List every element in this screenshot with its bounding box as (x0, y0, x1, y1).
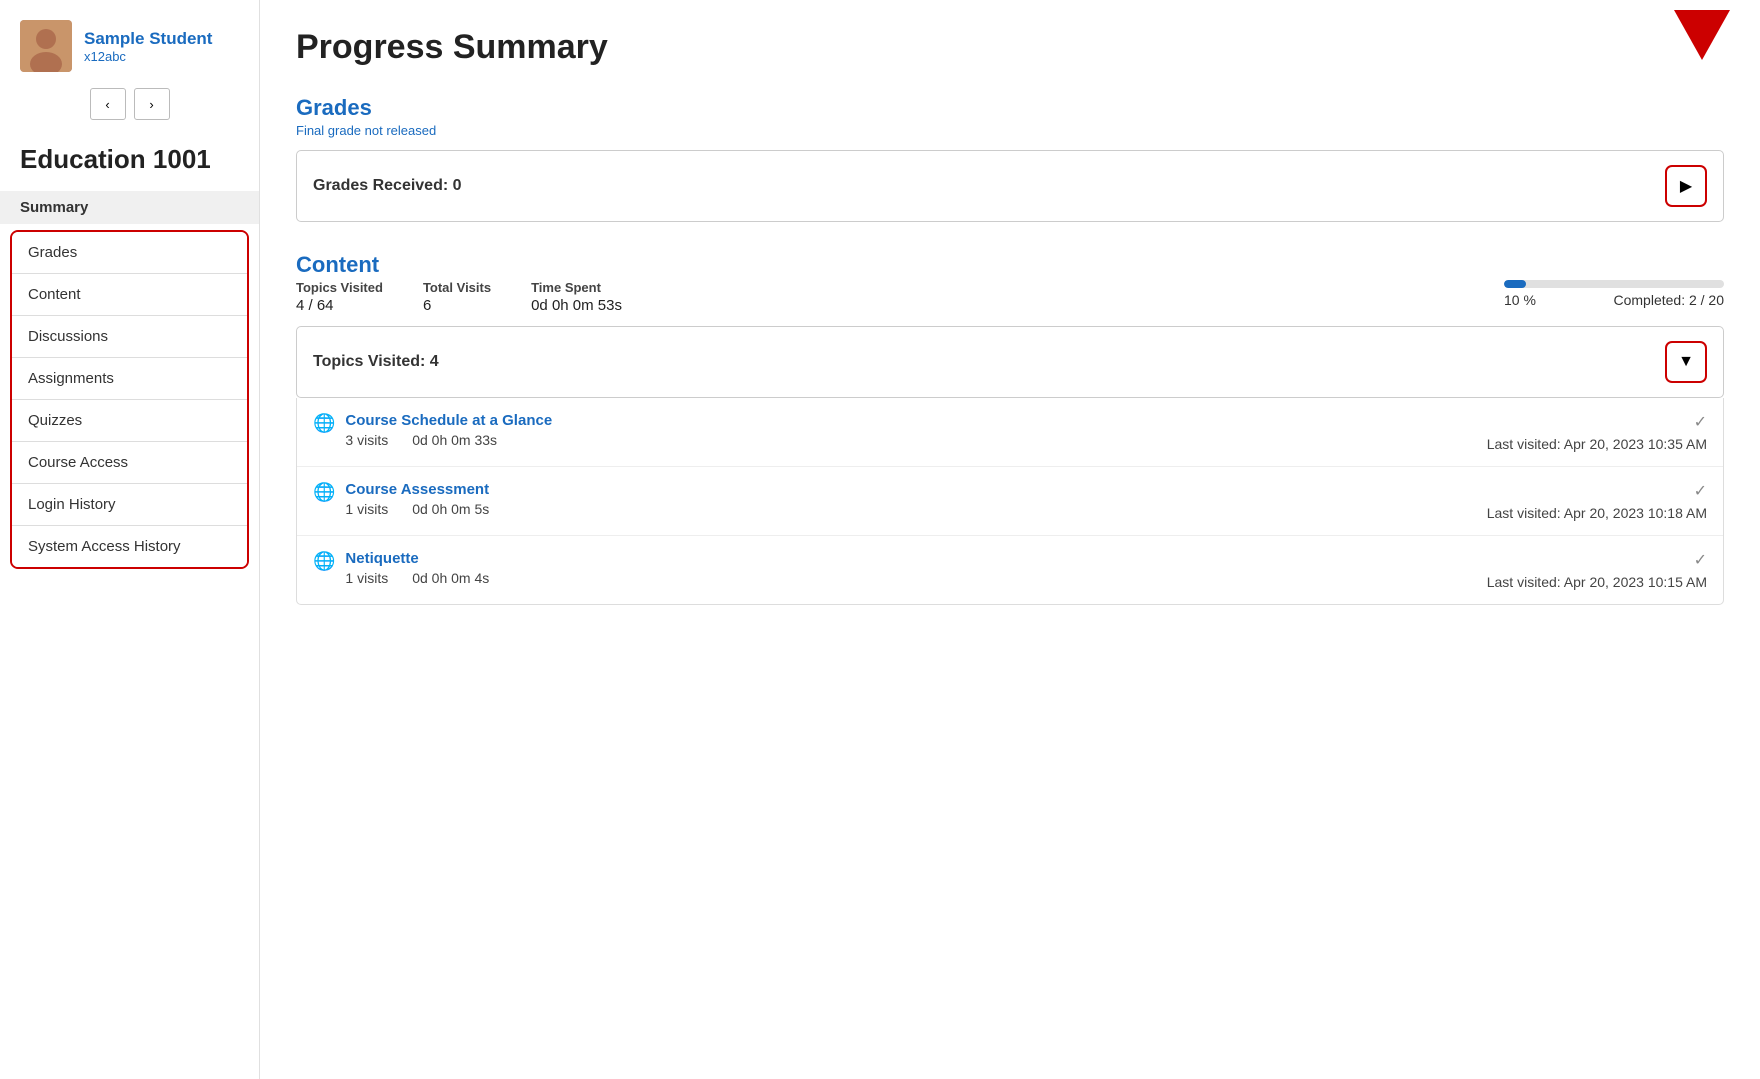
avatar (20, 20, 72, 72)
prev-button[interactable]: ‹ (90, 88, 126, 120)
topic-time: 0d 0h 0m 5s (412, 501, 489, 517)
sidebar-item-course-access[interactable]: Course Access (12, 442, 247, 484)
grades-bar: Grades Received: 0 ▶ (296, 150, 1724, 222)
content-stats: Topics Visited 4 / 64 Total Visits 6 Tim… (296, 280, 1724, 314)
progress-bar-container (1504, 280, 1724, 288)
topics-visited-stat: Topics Visited 4 / 64 (296, 280, 383, 314)
topic-item: 🌐 Netiquette 1 visits 0d 0h 0m 4s ✓ Last… (297, 536, 1723, 604)
topic-right: ✓ Last visited: Apr 20, 2023 10:15 AM (1487, 550, 1707, 590)
topic-item: 🌐 Course Assessment 1 visits 0d 0h 0m 5s… (297, 467, 1723, 536)
sidebar-item-assignments[interactable]: Assignments (12, 358, 247, 400)
topic-details: Course Assessment 1 visits 0d 0h 0m 5s (345, 481, 1476, 517)
topic-visits: 3 visits (345, 432, 388, 448)
main-content: Progress Summary Grades Final grade not … (260, 0, 1760, 1079)
grades-received-text: Grades Received: 0 (313, 177, 462, 195)
topic-right: ✓ Last visited: Apr 20, 2023 10:18 AM (1487, 481, 1707, 521)
sidebar-item-content[interactable]: Content (12, 274, 247, 316)
grades-section-subtitle: Final grade not released (296, 123, 1724, 138)
total-visits-label: Total Visits (423, 280, 491, 295)
page-title: Progress Summary (296, 28, 1724, 67)
grades-expand-button[interactable]: ▶ (1665, 165, 1707, 207)
globe-icon: 🌐 (313, 551, 335, 572)
time-spent-label: Time Spent (531, 280, 622, 295)
user-info: Sample Student x12abc (84, 29, 212, 64)
topic-name[interactable]: Course Schedule at a Glance (345, 412, 1476, 429)
progress-bar-fill (1504, 280, 1526, 288)
topics-expand-button[interactable]: ▼ (1665, 341, 1707, 383)
down-arrow-icon: ▼ (1678, 353, 1694, 371)
topics-bar-text: Topics Visited: 4 (313, 353, 439, 371)
sidebar: Sample Student x12abc ‹ › Education 1001… (0, 0, 260, 1079)
topic-name[interactable]: Course Assessment (345, 481, 1476, 498)
course-title: Education 1001 (0, 134, 259, 191)
topic-list: 🌐 Course Schedule at a Glance 3 visits 0… (296, 398, 1724, 605)
sidebar-item-grades[interactable]: Grades (12, 232, 247, 274)
globe-icon: 🌐 (313, 413, 335, 434)
time-spent-stat: Time Spent 0d 0h 0m 53s (531, 280, 622, 314)
topic-details: Netiquette 1 visits 0d 0h 0m 4s (345, 550, 1476, 586)
topic-meta: 3 visits 0d 0h 0m 33s (345, 432, 1476, 448)
last-visited: Last visited: Apr 20, 2023 10:18 AM (1487, 505, 1707, 521)
grades-section: Grades Final grade not released Grades R… (296, 95, 1724, 222)
last-visited: Last visited: Apr 20, 2023 10:35 AM (1487, 436, 1707, 452)
topics-visited-value: 4 / 64 (296, 297, 383, 314)
topic-right: ✓ Last visited: Apr 20, 2023 10:35 AM (1487, 412, 1707, 452)
user-name: Sample Student (84, 29, 212, 49)
sidebar-item-system-access-history[interactable]: System Access History (12, 526, 247, 567)
content-section: Content Topics Visited 4 / 64 Total Visi… (296, 252, 1724, 605)
nav-section-header: Summary (0, 191, 259, 224)
right-arrow-icon: ▶ (1680, 176, 1692, 196)
topic-time: 0d 0h 0m 33s (412, 432, 497, 448)
progress-percent: 10 % (1504, 292, 1536, 308)
total-visits-value: 6 (423, 297, 491, 314)
progress-area: 10 % Completed: 2 / 20 (1504, 280, 1724, 308)
total-visits-stat: Total Visits 6 (423, 280, 491, 314)
check-icon: ✓ (1694, 412, 1707, 432)
next-arrow-icon: › (149, 97, 153, 112)
topic-time: 0d 0h 0m 4s (412, 570, 489, 586)
topic-meta: 1 visits 0d 0h 0m 5s (345, 501, 1476, 517)
progress-labels: 10 % Completed: 2 / 20 (1504, 292, 1724, 308)
red-arrow-indicator (1674, 10, 1730, 60)
grades-section-title: Grades (296, 95, 1724, 121)
topic-name[interactable]: Netiquette (345, 550, 1476, 567)
topic-meta: 1 visits 0d 0h 0m 4s (345, 570, 1476, 586)
globe-icon: 🌐 (313, 482, 335, 503)
topic-visits: 1 visits (345, 570, 388, 586)
check-icon: ✓ (1694, 550, 1707, 570)
topic-details: Course Schedule at a Glance 3 visits 0d … (345, 412, 1476, 448)
topics-visited-bar: Topics Visited: 4 ▼ (296, 326, 1724, 398)
next-button[interactable]: › (134, 88, 170, 120)
content-section-title: Content (296, 252, 1724, 278)
last-visited: Last visited: Apr 20, 2023 10:15 AM (1487, 574, 1707, 590)
check-icon: ✓ (1694, 481, 1707, 501)
sidebar-item-discussions[interactable]: Discussions (12, 316, 247, 358)
user-id: x12abc (84, 49, 212, 64)
time-spent-value: 0d 0h 0m 53s (531, 297, 622, 314)
red-arrow-down-icon (1674, 10, 1730, 60)
sidebar-item-quizzes[interactable]: Quizzes (12, 400, 247, 442)
nav-items-container: GradesContentDiscussionsAssignmentsQuizz… (10, 230, 249, 569)
topic-item: 🌐 Course Schedule at a Glance 3 visits 0… (297, 398, 1723, 467)
user-section: Sample Student x12abc (0, 20, 259, 88)
nav-arrows: ‹ › (0, 88, 259, 134)
topic-visits: 1 visits (345, 501, 388, 517)
prev-arrow-icon: ‹ (105, 97, 109, 112)
sidebar-item-login-history[interactable]: Login History (12, 484, 247, 526)
progress-completed: Completed: 2 / 20 (1613, 292, 1724, 308)
topics-visited-label: Topics Visited (296, 280, 383, 295)
